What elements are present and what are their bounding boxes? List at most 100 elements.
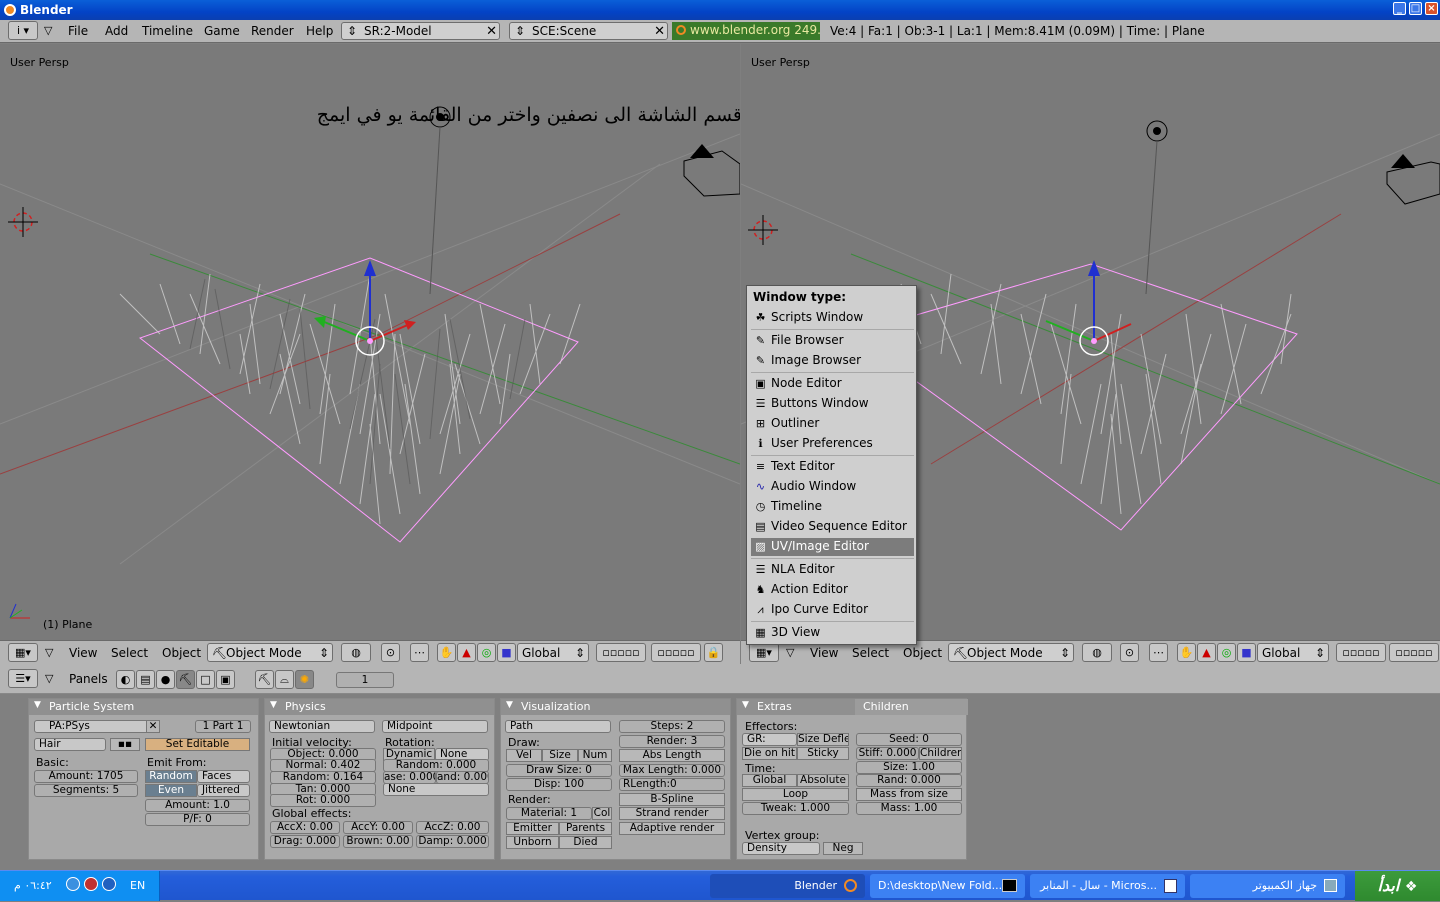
menu-object[interactable]: Object [903,646,942,660]
emit-faces-select[interactable]: Faces [197,770,250,783]
delete-scene-icon[interactable]: ✕ [654,24,665,39]
window-type-icon[interactable]: ☰▾ [8,669,38,688]
size-deflect-toggle[interactable]: Size Defle [797,733,849,746]
object-context-icon[interactable]: ⛏ [176,670,195,689]
angular-velocity-select[interactable]: None [383,783,489,796]
media-icon[interactable] [102,877,116,891]
extras-rand-field[interactable]: Rand: 0.000 [856,774,962,787]
emitter-toggle[interactable]: Emitter [506,822,559,835]
taskbar-my-computer[interactable]: جهاز الكمبيوتر [1190,874,1345,898]
mode-selector[interactable]: ⛏ Object Mode ⇕ [207,643,333,662]
menu-view[interactable]: View [69,646,97,660]
size-toggle[interactable]: Size [542,749,578,762]
menu-add[interactable]: Add [105,24,128,38]
menu-render[interactable]: Render [251,24,294,38]
pivot-icon[interactable]: ⊙ [1120,643,1139,662]
accx-field[interactable]: AccX: 0.00 [270,821,340,834]
draw-size-field[interactable]: Draw Size: 0 [506,764,612,777]
scene-selector[interactable]: ⇕ SCE:Scene ✕ [509,22,668,40]
physics-type-select[interactable]: Newtonian [269,720,375,733]
set-editable-button[interactable]: Set Editable [145,738,250,751]
menu-item-nla-editor[interactable]: ☰ NLA Editor [751,561,914,579]
menu-file[interactable]: File [68,24,88,38]
particle-system-tab[interactable]: ▼ Particle System [29,699,258,715]
frame-number[interactable]: 1 [336,672,394,688]
rotate-icon[interactable]: ◎ [1217,643,1236,662]
menu-item-image-browser[interactable]: ✎ Image Browser [751,352,914,370]
psys-name-field[interactable]: PA:PSys [34,720,159,733]
global-time-toggle[interactable]: Global [742,774,797,787]
children-tab[interactable]: Children [855,699,968,715]
visualization-tab[interactable]: ▼ Visualization [501,699,730,715]
menu-item-outliner[interactable]: ⊞ Outliner [751,415,914,433]
taskbar-word[interactable]: سال - المنابر - Micros... [1030,874,1185,898]
col-toggle[interactable]: Col [592,807,612,820]
snap-icon[interactable]: ⋯ [1149,643,1168,662]
sticky-toggle[interactable]: Sticky [797,747,849,760]
steps-field[interactable]: Steps: 2 [619,720,725,733]
rotate-icon[interactable]: ◎ [477,643,496,662]
collapse-icon[interactable]: ▽ [45,646,53,659]
jittered-select[interactable]: Jittered [197,784,250,797]
loop-toggle[interactable]: Loop [742,788,849,801]
object-sub-icon[interactable]: ⛏ [255,670,274,689]
mass-field[interactable]: Mass: 1.00 [856,802,962,815]
collapse-icon[interactable]: ▽ [45,672,53,685]
shading-context-icon[interactable]: ● [156,670,175,689]
psys-delete-icon[interactable]: ✕ [146,720,160,733]
orientation-selector[interactable]: Global ⇕ [517,643,589,662]
menu-item-video-sequence-editor[interactable]: ▤ Video Sequence Editor [751,518,914,536]
scale-icon[interactable]: ■ [497,643,516,662]
disp-field[interactable]: Disp: 100 [506,778,612,791]
screen-selector[interactable]: ⇕ SR:2-Model ✕ [341,22,500,40]
damp-field[interactable]: Damp: 0.000 [416,835,489,848]
density-select[interactable]: Density [742,842,820,855]
visualization-type-select[interactable]: Path [505,720,611,733]
accz-field[interactable]: AccZ: 0.00 [416,821,489,834]
menu-timeline[interactable]: Timeline [142,24,193,38]
menu-item-buttons-window[interactable]: ☰ Buttons Window [751,395,914,413]
extras-tab[interactable]: ▼ Extras [737,699,855,715]
translate-icon[interactable]: ▲ [457,643,476,662]
num-toggle[interactable]: Num [578,749,612,762]
died-toggle[interactable]: Died [559,836,612,849]
menu-item-audio-window[interactable]: ∿ Audio Window [751,478,914,496]
vel-toggle[interactable]: Vel [506,749,542,762]
rlength-field[interactable]: RLength:0 [619,778,725,791]
layer-buttons-2[interactable]: ▫▫▫▫▫ [1389,643,1439,662]
even-toggle[interactable]: Even [145,784,197,797]
midpoint-select[interactable]: Midpoint [382,720,488,733]
menu-object[interactable]: Object [162,646,201,660]
physics-sub-icon[interactable]: ⌓ [275,670,294,689]
tweak-field[interactable]: Tweak: 1.000 [742,802,849,815]
pivot-icon[interactable]: ⊙ [381,643,400,662]
menu-help[interactable]: Help [306,24,333,38]
viewport-left[interactable]: User Persp قسم الشاشة الى نصفين واختر من… [0,44,740,640]
manipulator-hand-icon[interactable]: ✋ [437,643,456,662]
menu-item-uv-image-editor[interactable]: ▨ UV/Image Editor [751,538,914,556]
translate-icon[interactable]: ▲ [1197,643,1216,662]
particle-type-select[interactable]: Hair [34,738,106,751]
layer-buttons-1[interactable]: ▫▫▫▫▫ [1336,643,1386,662]
info-window-type-icon[interactable]: i ▾ [8,21,38,40]
random-toggle[interactable]: Random [145,770,197,783]
menu-game[interactable]: Game [204,24,240,38]
close-icon[interactable]: × [1425,2,1438,15]
snap-icon[interactable]: ⋯ [410,643,429,662]
menu-item-scripts-window[interactable]: ☘ Scripts Window [751,309,914,327]
unborn-toggle[interactable]: Unborn [506,836,559,849]
mode-selector[interactable]: ⛏ Object Mode ⇕ [948,643,1074,662]
network-icon[interactable] [66,877,80,891]
orientation-selector[interactable]: Global ⇕ [1257,643,1329,662]
script-context-icon[interactable]: ▤ [136,670,155,689]
menu-select[interactable]: Select [111,646,148,660]
neg-toggle[interactable]: Neg [823,842,863,855]
menu-view[interactable]: View [810,646,838,660]
scale-icon[interactable]: ■ [1237,643,1256,662]
extras-size-field[interactable]: Size: 1.00 [856,761,962,774]
start-button[interactable]: ابدأ ❖ [1355,871,1440,901]
accy-field[interactable]: AccY: 0.00 [343,821,413,834]
menu-select[interactable]: Select [852,646,889,660]
manipulator-hand-icon[interactable]: ✋ [1177,643,1196,662]
menu-item-node-editor[interactable]: ▣ Node Editor [751,375,914,393]
